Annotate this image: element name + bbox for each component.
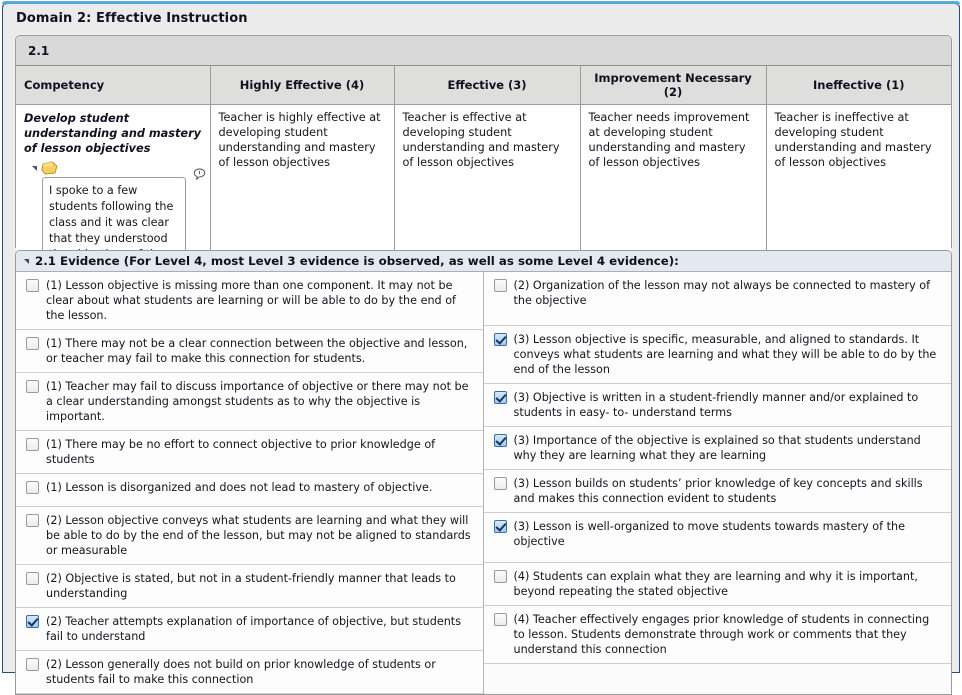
- evidence-item[interactable]: (2) Objective is stated, but not in a st…: [16, 565, 483, 608]
- evidence-item-label: (4) Teacher effectively engages prior kn…: [513, 613, 930, 656]
- evidence-item[interactable]: (4) Students can explain what they are l…: [483, 563, 951, 606]
- rubric-header-row: Competency Highly Effective (4) Effectiv…: [16, 66, 951, 105]
- evidence-item[interactable]: (1) Lesson objective is missing more tha…: [16, 272, 483, 330]
- sticky-note-icon[interactable]: [41, 161, 58, 175]
- rubric-card: 2.1 Competency Highly Effective (4) Effe…: [15, 35, 952, 268]
- evidence-checkbox[interactable]: [26, 514, 39, 527]
- evidence-column-left: (1) Lesson objective is missing more tha…: [16, 272, 484, 694]
- rubric-col-ineffective: Ineffective (1): [766, 66, 951, 105]
- evidence-item[interactable]: (3) Importance of the objective is expla…: [483, 427, 951, 470]
- evidence-item[interactable]: (2) Organization of the lesson may not a…: [483, 272, 951, 326]
- evidence-checkbox[interactable]: [493, 279, 507, 292]
- evidence-item[interactable]: (2) Lesson objective conveys what studen…: [16, 507, 483, 565]
- rubric-col-competency: Competency: [16, 66, 211, 105]
- evidence-item-label: (3) Lesson is well-organized to move stu…: [513, 520, 905, 548]
- evidence-item-label: (2) Organization of the lesson may not a…: [513, 279, 931, 307]
- evidence-checkbox[interactable]: [26, 438, 39, 451]
- evidence-checkbox[interactable]: [26, 279, 39, 292]
- evidence-item-label: (1) Lesson is disorganized and does not …: [46, 481, 433, 494]
- evaluation-rubric-page: Domain 2: Effective Instruction 2.1 Comp…: [0, 0, 962, 695]
- evidence-item-label: (1) There may be no effort to connect ob…: [46, 438, 436, 466]
- evidence-item-label: (3) Objective is written in a student-fr…: [513, 391, 919, 419]
- evidence-checkbox[interactable]: [26, 572, 39, 585]
- evidence-checkbox[interactable]: [493, 613, 507, 626]
- evidence-checkbox[interactable]: [26, 481, 39, 494]
- evidence-item[interactable]: (3) Objective is written in a student-fr…: [483, 384, 951, 427]
- collapse-triangle-icon[interactable]: [32, 166, 37, 172]
- evidence-item[interactable]: (1) Lesson is disorganized and does not …: [16, 474, 483, 507]
- evidence-checkbox[interactable]: [26, 380, 39, 393]
- evidence-checkbox[interactable]: [493, 477, 507, 490]
- evidence-item-label: (2) Lesson generally does not build on p…: [46, 658, 436, 686]
- evidence-item-label: (3) Importance of the objective is expla…: [513, 434, 921, 462]
- evidence-checkbox-checked[interactable]: [493, 520, 507, 533]
- evidence-checkbox-checked[interactable]: [493, 333, 507, 346]
- rubric-col-effective: Effective (3): [394, 66, 581, 105]
- rubric-col-highly-effective: Highly Effective (4): [210, 66, 395, 105]
- evidence-checkbox[interactable]: [26, 658, 39, 671]
- evidence-item[interactable]: (2) Teacher attempts explanation of impo…: [16, 608, 483, 651]
- evidence-item-label: (3) Lesson builds on students’ prior kno…: [513, 477, 923, 505]
- collapse-triangle-icon[interactable]: [24, 258, 29, 264]
- evidence-item[interactable]: (3) Lesson builds on students’ prior kno…: [483, 470, 951, 513]
- evidence-item[interactable]: (3) Lesson is well-organized to move stu…: [483, 513, 951, 563]
- rubric-cell-ineffective[interactable]: Teacher is ineffective at developing stu…: [766, 104, 951, 268]
- evidence-header-label: 2.1 Evidence (For Level 4, most Level 3 …: [35, 254, 679, 268]
- evidence-item[interactable]: (2) Lesson generally does not build on p…: [16, 651, 483, 694]
- evidence-item-label: (1) There may not be a clear connection …: [46, 337, 468, 365]
- note-textarea[interactable]: [42, 177, 186, 260]
- evidence-body: (1) Lesson objective is missing more tha…: [16, 272, 951, 694]
- rubric-body-row: Develop student understanding and master…: [16, 104, 951, 268]
- note-toggle-row[interactable]: [24, 160, 202, 175]
- evidence-header[interactable]: 2.1 Evidence (For Level 4, most Level 3 …: [16, 251, 951, 272]
- evidence-item-label: (1) Lesson objective is missing more tha…: [46, 279, 456, 322]
- evidence-item[interactable]: (3) Lesson objective is specific, measur…: [483, 326, 951, 384]
- rubric-section-label: 2.1: [28, 43, 50, 58]
- competency-cell: Develop student understanding and master…: [16, 104, 211, 268]
- evidence-item-label: (1) Teacher may fail to discuss importan…: [46, 380, 469, 423]
- rubric-table: Competency Highly Effective (4) Effectiv…: [16, 66, 951, 268]
- evidence-item-label: (4) Students can explain what they are l…: [513, 570, 918, 598]
- rubric-cell-improvement-necessary[interactable]: Teacher needs improvement at developing …: [580, 104, 767, 268]
- evidence-item[interactable]: (1) There may be no effort to connect ob…: [16, 431, 483, 474]
- rubric-cell-highly-effective[interactable]: Teacher is highly effective at developin…: [210, 104, 395, 268]
- evidence-column-right: (2) Organization of the lesson may not a…: [483, 272, 951, 694]
- rubric-section-header: 2.1: [16, 36, 951, 66]
- evidence-checkbox[interactable]: [493, 570, 507, 583]
- evidence-checkbox[interactable]: [26, 337, 39, 350]
- evidence-item-label: (3) Lesson objective is specific, measur…: [513, 333, 937, 376]
- evidence-item[interactable]: (1) There may not be a clear connection …: [16, 330, 483, 373]
- evidence-checkbox-checked[interactable]: [493, 391, 507, 404]
- page-title: Domain 2: Effective Instruction: [16, 11, 248, 26]
- rubric-col-improvement-necessary: Improvement Necessary (2): [580, 66, 767, 105]
- evidence-checkbox-checked[interactable]: [493, 434, 507, 447]
- evidence-card: 2.1 Evidence (For Level 4, most Level 3 …: [15, 250, 952, 695]
- evidence-item-label: (2) Teacher attempts explanation of impo…: [46, 615, 462, 643]
- domain-panel: Domain 2: Effective Instruction 2.1 Comp…: [2, 1, 960, 695]
- evidence-item-label: (2) Lesson objective conveys what studen…: [46, 514, 471, 557]
- rubric-cell-effective[interactable]: Teacher is effective at developing stude…: [394, 104, 581, 268]
- competency-text: Develop student understanding and master…: [24, 112, 202, 156]
- evidence-item-label: (2) Objective is stated, but not in a st…: [46, 572, 456, 600]
- evidence-item[interactable]: (1) Teacher may fail to discuss importan…: [16, 373, 483, 431]
- evidence-checkbox-checked[interactable]: [26, 615, 39, 628]
- evidence-item[interactable]: (4) Teacher effectively engages prior kn…: [483, 606, 951, 664]
